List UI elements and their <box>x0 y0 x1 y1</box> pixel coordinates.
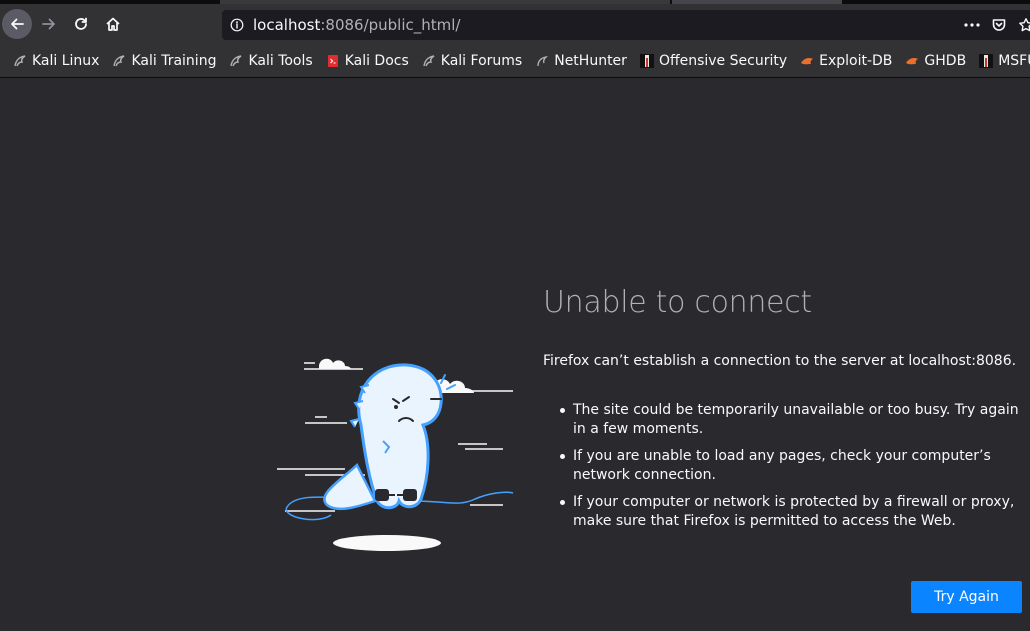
offsec-icon <box>979 53 994 68</box>
bookmark-item[interactable]: Offensive Security <box>636 49 791 73</box>
nethunter-icon <box>535 54 549 68</box>
bookmark-label: Kali Forums <box>440 52 523 69</box>
forward-button[interactable] <box>34 9 64 39</box>
bookmark-item[interactable]: NetHunter <box>531 49 631 73</box>
more-horizontal-icon[interactable] <box>963 18 981 32</box>
bookmark-item[interactable]: GHDB <box>901 49 970 73</box>
url-text[interactable]: localhost:8086/public_html/ <box>253 16 460 34</box>
info-icon[interactable] <box>230 18 244 32</box>
reload-icon <box>75 17 87 30</box>
bookmark-label: NetHunter <box>554 52 627 69</box>
back-arrow-icon <box>11 18 24 30</box>
url-host: localhost <box>253 16 321 34</box>
reload-button[interactable] <box>66 9 96 39</box>
bookmark-item[interactable]: MSFU <box>975 49 1030 73</box>
list-item: If you are unable to load any pages, che… <box>560 447 1030 485</box>
bookmark-label: GHDB <box>924 52 967 69</box>
bookmark-item[interactable]: Kali Docs <box>322 49 413 73</box>
bookmark-label: Exploit-DB <box>819 52 893 69</box>
bookmark-item[interactable]: Kali Forums <box>418 49 526 73</box>
kali-dragon-icon <box>112 54 126 68</box>
bookmark-label: Kali Training <box>131 52 217 69</box>
pocket-icon[interactable] <box>991 17 1007 33</box>
bookmark-item[interactable]: Exploit-DB <box>796 49 896 73</box>
bookmark-item[interactable]: Kali Tools <box>225 49 316 73</box>
bookmark-label: Kali Docs <box>344 52 409 69</box>
home-icon <box>106 17 120 31</box>
forward-arrow-icon <box>42 18 55 30</box>
kali-dragon-icon <box>13 54 27 68</box>
kali-dragon-icon <box>422 54 436 68</box>
list-item: The site could be temporarily unavailabl… <box>560 401 1030 439</box>
list-item: If your computer or network is protected… <box>560 493 1030 531</box>
unplugged-dinosaur-illustration <box>277 358 514 551</box>
back-button[interactable] <box>2 9 32 39</box>
bookmark-label: Kali Linux <box>32 52 100 69</box>
error-page: Unable to connect Firefox can’t establis… <box>0 79 1030 631</box>
bookmark-label: Offensive Security <box>658 52 788 69</box>
home-button[interactable] <box>98 9 128 39</box>
kali-dragon-icon <box>229 54 243 68</box>
bookmark-item[interactable]: Kali Training <box>108 49 220 73</box>
url-path: :8086/public_html/ <box>320 16 461 34</box>
error-suggestions: The site could be temporarily unavailabl… <box>560 401 1030 539</box>
error-title: Unable to connect <box>543 285 812 320</box>
bookmark-label: MSFU <box>998 52 1030 69</box>
star-icon[interactable] <box>1018 17 1030 33</box>
navigation-toolbar: localhost:8086/public_html/ <box>0 4 1030 44</box>
bookmark-label: Kali Tools <box>248 52 313 69</box>
error-description: Firefox can’t establish a connection to … <box>543 353 1017 369</box>
kali-docs-icon <box>326 54 340 68</box>
bookmarks-toolbar: Kali Linux Kali Training Kali Tools Kali Do… <box>0 44 1030 78</box>
exploitdb-icon <box>905 54 919 68</box>
try-again-button[interactable]: Try Again <box>911 581 1022 613</box>
bookmark-item[interactable]: Kali Linux <box>9 49 103 73</box>
url-bar[interactable]: localhost:8086/public_html/ <box>222 10 1030 40</box>
cloud-icon <box>304 358 363 370</box>
offsec-icon <box>639 53 654 68</box>
exploitdb-icon <box>800 54 814 68</box>
